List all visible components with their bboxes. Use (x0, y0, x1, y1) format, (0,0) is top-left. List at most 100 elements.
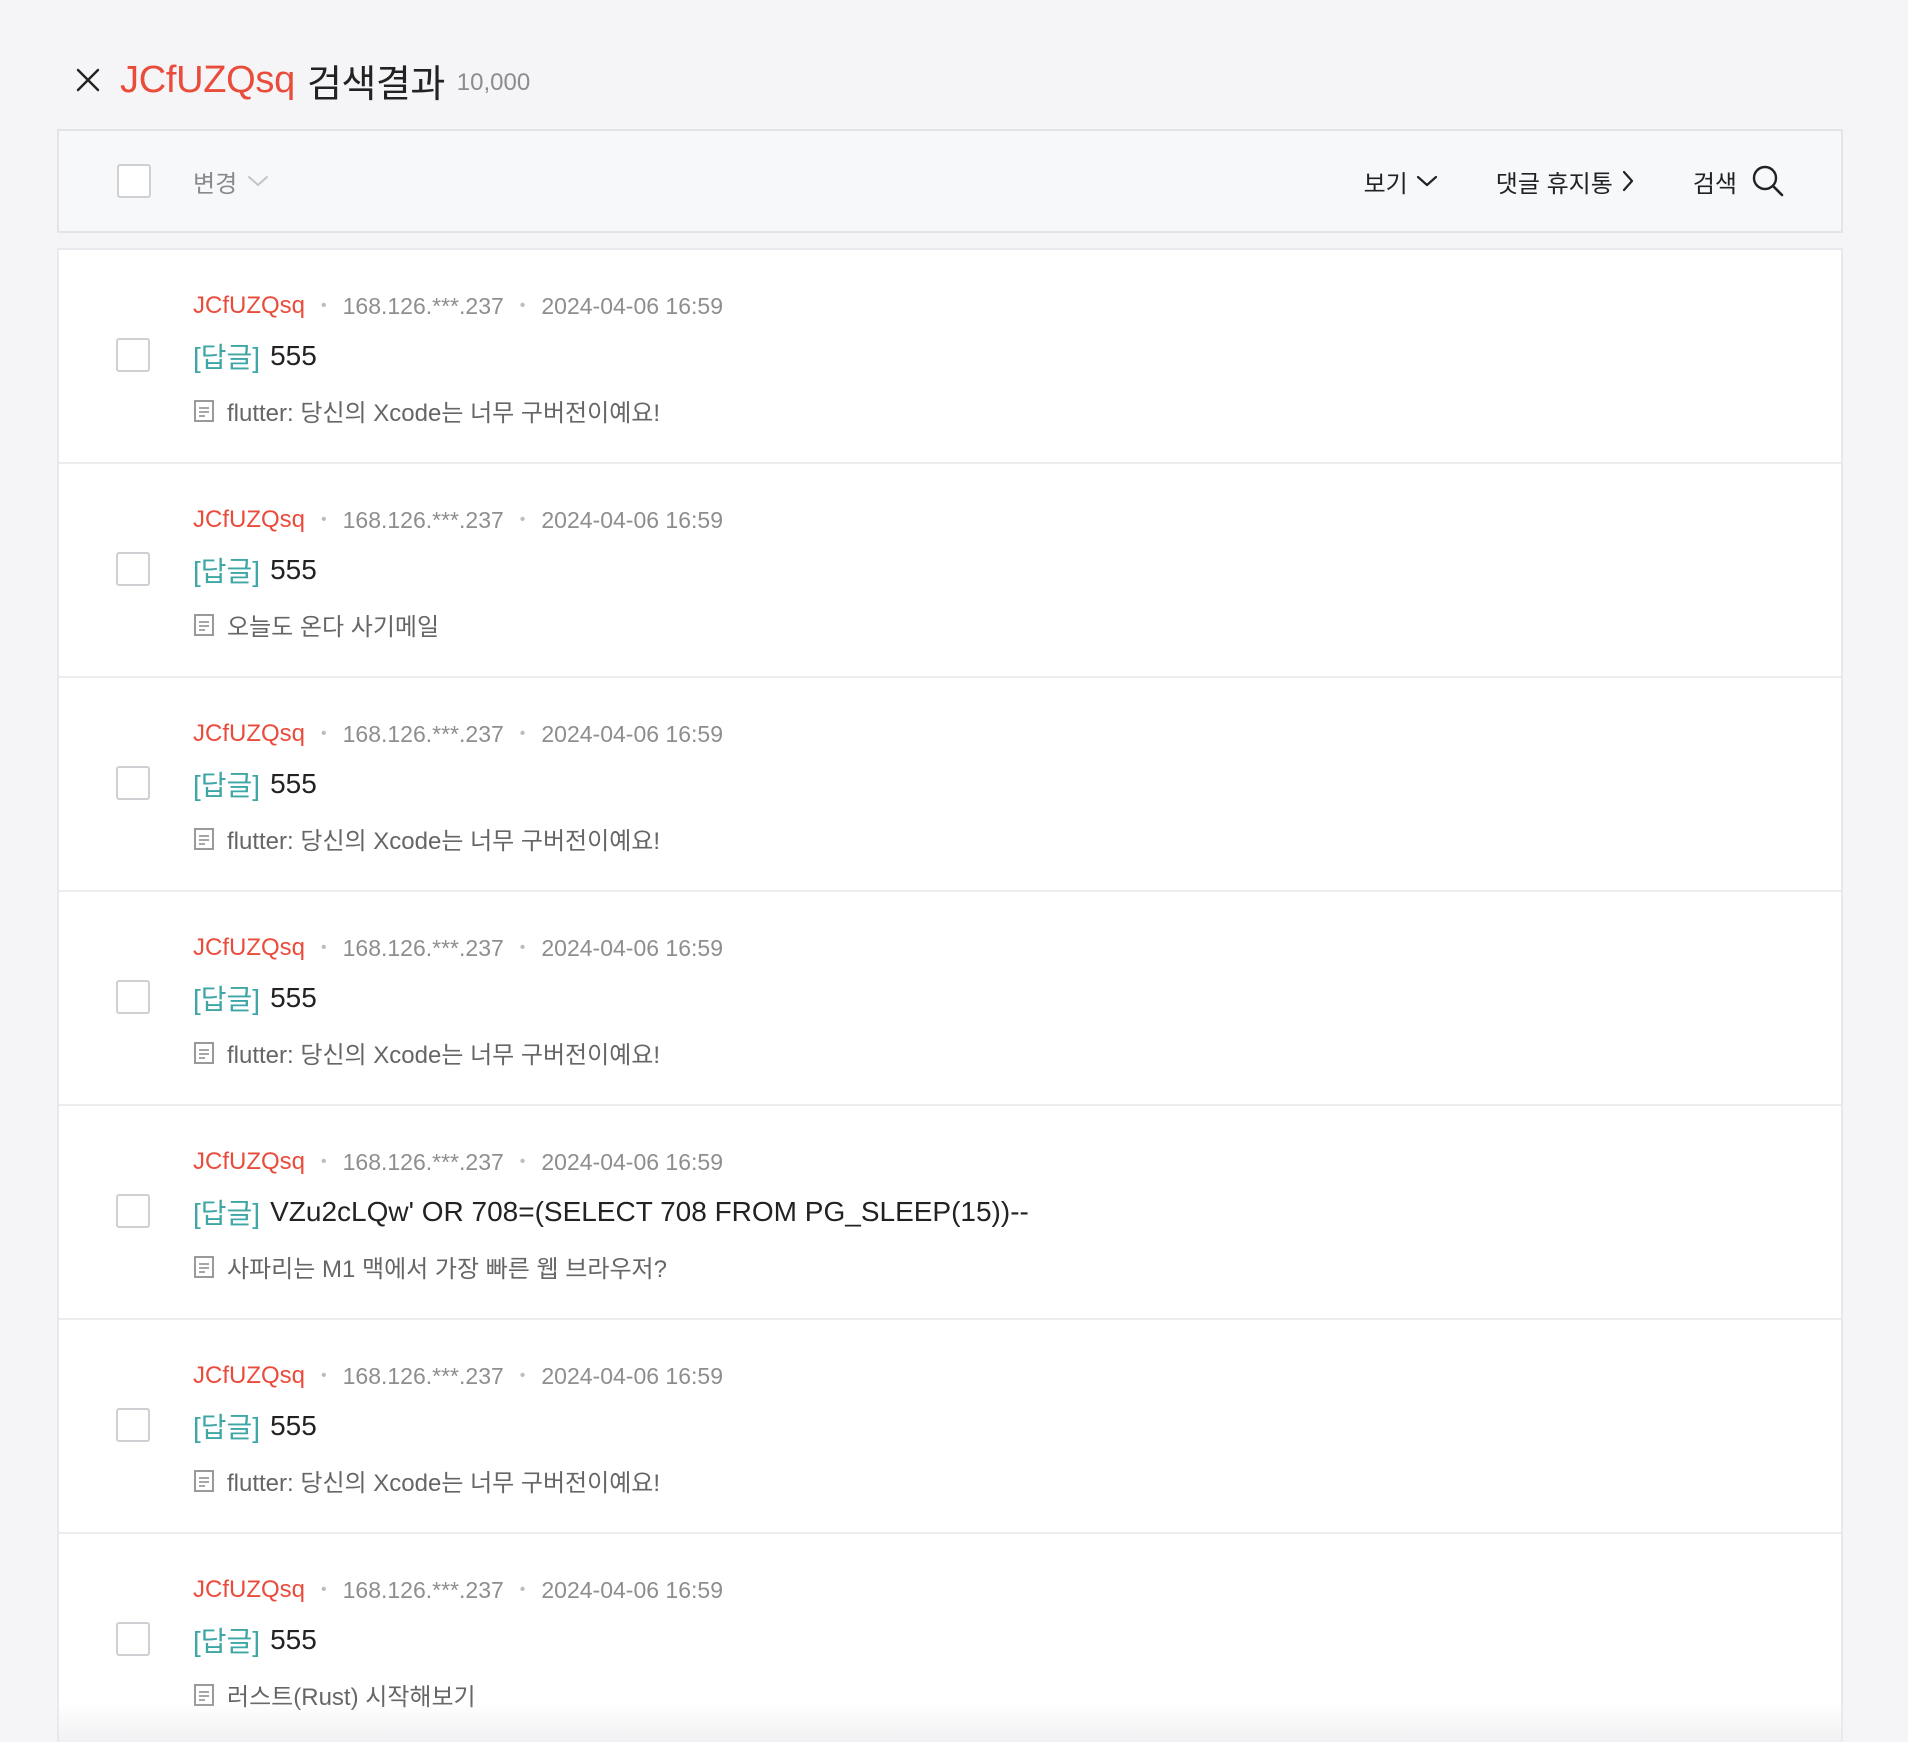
comment-row: JCfUZQsq • 168.126.***.237 • 2024-04-06 … (59, 892, 1841, 1106)
toolbar-actions: 보기 댓글 휴지통 검색 (1364, 156, 1785, 206)
comment-meta: JCfUZQsq • 168.126.***.237 • 2024-04-06 … (193, 292, 723, 320)
comment-date: 2024-04-06 16:59 (541, 1576, 723, 1603)
comment-text: 555 (270, 982, 317, 1013)
row-checkbox[interactable] (116, 1194, 150, 1228)
document-icon (193, 1041, 215, 1065)
post-link[interactable]: 오늘도 온다 사기메일 (193, 607, 439, 642)
comment-title-link[interactable]: [답글] 555 (193, 978, 317, 1018)
comment-title-link[interactable]: [답글] VZu2cLQw' OR 708=(SELECT 708 FROM P… (193, 1192, 1029, 1232)
author-link[interactable]: JCfUZQsq (193, 506, 305, 534)
author-link[interactable]: JCfUZQsq (193, 292, 305, 320)
search-result-header: JCfUZQsq 검색결과 10,000 (70, 52, 530, 108)
reply-tag: [답글] (193, 1198, 261, 1229)
comment-meta: JCfUZQsq • 168.126.***.237 • 2024-04-06 … (193, 1362, 723, 1390)
reply-tag: [답글] (193, 1412, 261, 1443)
comment-date: 2024-04-06 16:59 (541, 506, 723, 533)
comment-title-link[interactable]: [답글] 555 (193, 1406, 317, 1446)
separator-dot: • (519, 1367, 526, 1384)
document-icon (193, 1469, 215, 1493)
comment-row: JCfUZQsq • 168.126.***.237 • 2024-04-06 … (59, 1106, 1841, 1320)
document-icon (193, 613, 215, 637)
author-link[interactable]: JCfUZQsq (193, 1148, 305, 1176)
post-link[interactable]: flutter: 당신의 Xcode는 너무 구버전이예요! (193, 821, 660, 856)
comment-title-link[interactable]: [답글] 555 (193, 764, 317, 804)
comment-row: JCfUZQsq • 168.126.***.237 • 2024-04-06 … (59, 1534, 1841, 1742)
reply-tag: [답글] (193, 1626, 261, 1657)
row-checkbox[interactable] (116, 552, 150, 586)
post-link[interactable]: 러스트(Rust) 시작해보기 (193, 1677, 476, 1712)
comment-date: 2024-04-06 16:59 (541, 292, 723, 319)
separator-dot: • (519, 297, 526, 314)
document-icon (193, 1683, 215, 1707)
comment-meta: JCfUZQsq • 168.126.***.237 • 2024-04-06 … (193, 720, 723, 748)
comment-title-link[interactable]: [답글] 555 (193, 550, 317, 590)
comment-title-link[interactable]: [답글] 555 (193, 1620, 317, 1660)
post-title: flutter: 당신의 Xcode는 너무 구버전이예요! (227, 828, 661, 855)
separator-dot: • (321, 1367, 327, 1384)
comment-meta: JCfUZQsq • 168.126.***.237 • 2024-04-06 … (193, 1576, 723, 1604)
close-button[interactable] (70, 62, 106, 98)
reply-tag: [답글] (193, 984, 261, 1015)
chevron-down-icon (1416, 175, 1437, 187)
ip-address: 168.126.***.237 (342, 506, 504, 533)
comment-title-link[interactable]: [답글] 555 (193, 336, 317, 376)
chevron-down-icon (248, 176, 269, 186)
comment-row: JCfUZQsq • 168.126.***.237 • 2024-04-06 … (59, 1320, 1841, 1534)
list-toolbar: 변경 보기 댓글 휴지통 검색 (57, 129, 1843, 233)
search-icon (1752, 165, 1784, 197)
search-button[interactable]: 검색 (1693, 164, 1785, 199)
comment-row: JCfUZQsq • 168.126.***.237 • 2024-04-06 … (59, 678, 1841, 892)
row-checkbox[interactable] (116, 1622, 150, 1656)
comment-text: 555 (270, 340, 317, 371)
author-link[interactable]: JCfUZQsq (193, 720, 305, 748)
comment-list: JCfUZQsq • 168.126.***.237 • 2024-04-06 … (57, 248, 1843, 1742)
view-dropdown[interactable]: 보기 (1364, 164, 1438, 199)
author-link[interactable]: JCfUZQsq (193, 1362, 305, 1390)
comment-meta: JCfUZQsq • 168.126.***.237 • 2024-04-06 … (193, 1148, 723, 1176)
comment-date: 2024-04-06 16:59 (541, 1362, 723, 1389)
separator-dot: • (321, 297, 327, 314)
separator-dot: • (519, 939, 526, 956)
comment-meta: JCfUZQsq • 168.126.***.237 • 2024-04-06 … (193, 506, 723, 534)
post-link[interactable]: flutter: 당신의 Xcode는 너무 구버전이예요! (193, 393, 660, 428)
post-link[interactable]: flutter: 당신의 Xcode는 너무 구버전이예요! (193, 1035, 660, 1070)
author-link[interactable]: JCfUZQsq (193, 934, 305, 962)
ip-address: 168.126.***.237 (342, 292, 504, 319)
post-title: flutter: 당신의 Xcode는 너무 구버전이예요! (227, 1470, 661, 1497)
close-icon (76, 68, 100, 92)
separator-dot: • (519, 725, 526, 742)
comment-text: VZu2cLQw' OR 708=(SELECT 708 FROM PG_SLE… (270, 1196, 1029, 1227)
comment-text: 555 (270, 1410, 317, 1441)
separator-dot: • (321, 1153, 327, 1170)
separator-dot: • (321, 939, 327, 956)
reply-tag: [답글] (193, 770, 261, 801)
ip-address: 168.126.***.237 (342, 1576, 504, 1603)
chevron-right-icon (1622, 170, 1633, 192)
document-icon (193, 1255, 215, 1279)
post-link[interactable]: flutter: 당신의 Xcode는 너무 구버전이예요! (193, 1463, 660, 1498)
comment-text: 555 (270, 554, 317, 585)
comment-row: JCfUZQsq • 168.126.***.237 • 2024-04-06 … (59, 250, 1841, 464)
separator-dot: • (321, 725, 327, 742)
row-checkbox[interactable] (116, 980, 150, 1014)
post-link[interactable]: 사파리는 M1 맥에서 가장 빠른 웹 브라우저? (193, 1249, 667, 1284)
change-dropdown[interactable]: 변경 (193, 161, 269, 201)
post-title: 오늘도 온다 사기메일 (227, 614, 440, 641)
select-all-checkbox[interactable] (117, 164, 151, 198)
separator-dot: • (321, 1581, 327, 1598)
separator-dot: • (519, 1153, 526, 1170)
search-keyword: JCfUZQsq (120, 58, 295, 101)
reply-tag: [답글] (193, 342, 261, 373)
ip-address: 168.126.***.237 (342, 1362, 504, 1389)
row-checkbox[interactable] (116, 766, 150, 800)
comment-trash-button[interactable]: 댓글 휴지통 (1496, 164, 1635, 199)
row-checkbox[interactable] (116, 338, 150, 372)
author-link[interactable]: JCfUZQsq (193, 1576, 305, 1604)
comment-date: 2024-04-06 16:59 (541, 934, 723, 961)
comment-trash-label: 댓글 휴지통 (1495, 170, 1613, 198)
row-checkbox[interactable] (116, 1408, 150, 1442)
ip-address: 168.126.***.237 (342, 1148, 504, 1175)
comment-row: JCfUZQsq • 168.126.***.237 • 2024-04-06 … (59, 464, 1841, 678)
post-title: flutter: 당신의 Xcode는 너무 구버전이예요! (227, 1042, 661, 1069)
ip-address: 168.126.***.237 (342, 934, 504, 961)
